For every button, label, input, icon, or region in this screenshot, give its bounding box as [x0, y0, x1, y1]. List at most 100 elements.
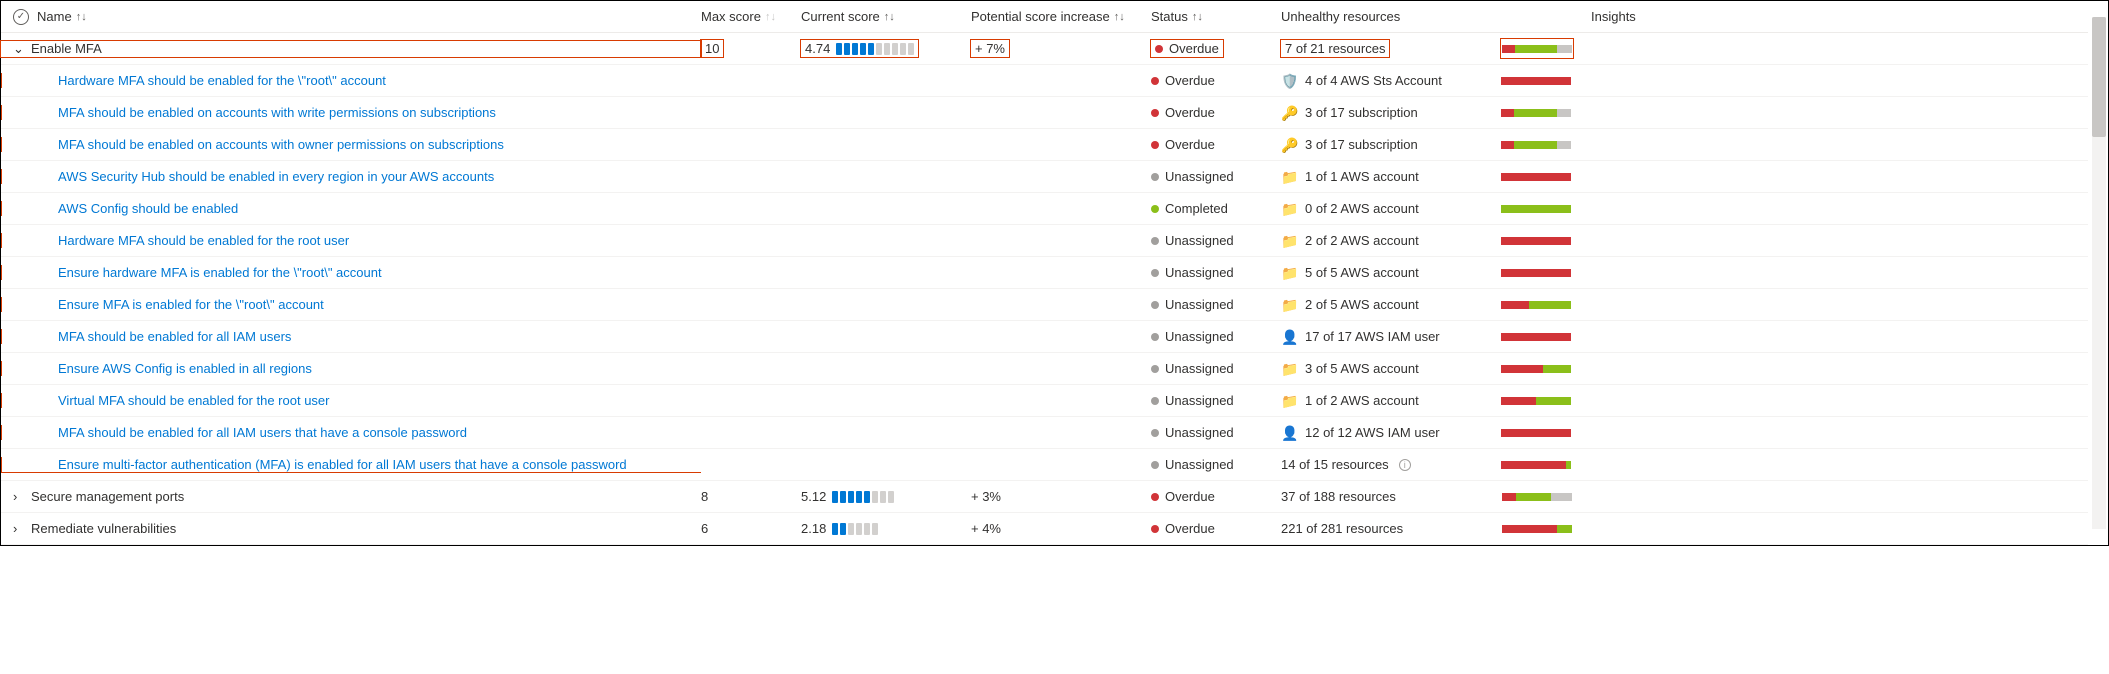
score-segments: [832, 491, 894, 503]
unhealthy-text: 17 of 17 AWS IAM user: [1305, 329, 1440, 344]
chevron-down-icon[interactable]: ⌄: [13, 41, 25, 57]
status-text: Unassigned: [1165, 233, 1234, 248]
recommendation-row[interactable]: Ensure AWS Config is enabled in all regi…: [1, 353, 2088, 385]
max-score: 6: [701, 521, 708, 536]
resource-bar: [1501, 77, 1571, 85]
recommendation-link[interactable]: Hardware MFA should be enabled for the \…: [58, 73, 386, 88]
recommendation-link[interactable]: Ensure multi-factor authentication (MFA)…: [58, 457, 627, 472]
resource-bar: [1501, 333, 1571, 341]
status-dot: [1151, 493, 1159, 501]
recommendation-row[interactable]: Ensure hardware MFA is enabled for the \…: [1, 257, 2088, 289]
recommendation-link[interactable]: Ensure MFA is enabled for the \"root\" a…: [58, 297, 324, 312]
unhealthy-text: 37 of 188 resources: [1281, 489, 1396, 504]
resource-bar: [1502, 45, 1572, 53]
status-text: Overdue: [1165, 73, 1215, 88]
group-name[interactable]: Remediate vulnerabilities: [31, 521, 176, 536]
recommendation-row[interactable]: MFA should be enabled for all IAM users …: [1, 417, 2088, 449]
status-dot: [1151, 525, 1159, 533]
unhealthy-text: 221 of 281 resources: [1281, 521, 1403, 536]
recommendation-link[interactable]: MFA should be enabled for all IAM users: [58, 329, 291, 344]
col-insights-header[interactable]: Insights: [1591, 9, 1636, 24]
group-name[interactable]: Enable MFA: [31, 41, 102, 56]
status-dot: [1151, 269, 1159, 277]
status-dot: [1151, 333, 1159, 341]
sort-icon: ↑↓: [1192, 11, 1203, 23]
status-text: Unassigned: [1165, 265, 1234, 280]
status-dot: [1151, 77, 1159, 85]
recommendation-row[interactable]: Ensure multi-factor authentication (MFA)…: [1, 449, 2088, 481]
resource-bar: [1501, 397, 1571, 405]
recommendation-link[interactable]: Virtual MFA should be enabled for the ro…: [58, 393, 329, 408]
resource-bar: [1501, 365, 1571, 373]
col-status-header[interactable]: Status ↑↓: [1151, 9, 1203, 24]
resource-bar: [1502, 493, 1572, 501]
status-dot: [1151, 461, 1159, 469]
recommendation-link[interactable]: Ensure AWS Config is enabled in all regi…: [58, 361, 312, 376]
status-text: Unassigned: [1165, 425, 1234, 440]
resource-bar: [1501, 173, 1571, 181]
unhealthy-text: 3 of 17 subscription: [1305, 137, 1418, 152]
recommendation-row[interactable]: Hardware MFA should be enabled for the r…: [1, 225, 2088, 257]
group-row[interactable]: ›Secure management ports85.12 + 3% Overd…: [1, 481, 2088, 513]
resource-bar: [1501, 269, 1571, 277]
status-text: Overdue: [1165, 105, 1215, 120]
status-dot: [1151, 109, 1159, 117]
recommendation-row[interactable]: AWS Security Hub should be enabled in ev…: [1, 161, 2088, 193]
sort-icon: ↑↓: [76, 11, 87, 23]
max-score: 10: [701, 40, 723, 57]
resource-bar: [1501, 461, 1571, 469]
recommendation-row[interactable]: MFA should be enabled on accounts with o…: [1, 129, 2088, 161]
unhealthy-text: 1 of 1 AWS account: [1305, 169, 1419, 184]
table-header: ✓ Name ↑↓ Max score ↑↓ Current score ↑↓ …: [1, 1, 2088, 33]
unhealthy-text: 3 of 17 subscription: [1305, 105, 1418, 120]
sort-icon: ↑↓: [884, 11, 895, 23]
sort-icon: ↑↓: [765, 11, 776, 23]
resource-bar: [1501, 237, 1571, 245]
resource-type-icon: 📁: [1281, 170, 1299, 184]
recommendation-row[interactable]: AWS Config should be enabledCompleted📁0 …: [1, 193, 2088, 225]
scrollbar-thumb[interactable]: [2092, 17, 2106, 137]
status-cell: Overdue: [1151, 521, 1215, 536]
chevron-right-icon[interactable]: ›: [13, 489, 25, 504]
status-text: Unassigned: [1165, 457, 1234, 472]
chevron-right-icon[interactable]: ›: [13, 521, 25, 536]
recommendation-row[interactable]: MFA should be enabled on accounts with w…: [1, 97, 2088, 129]
group-name[interactable]: Secure management ports: [31, 489, 184, 504]
potential-increase: + 7%: [971, 40, 1009, 57]
recommendation-link[interactable]: Ensure hardware MFA is enabled for the \…: [58, 265, 382, 280]
status-text: Unassigned: [1165, 393, 1234, 408]
status-dot: [1155, 45, 1163, 53]
recommendation-link[interactable]: MFA should be enabled on accounts with w…: [58, 105, 496, 120]
unhealthy-text: 1 of 2 AWS account: [1305, 393, 1419, 408]
recommendation-link[interactable]: MFA should be enabled for all IAM users …: [58, 425, 467, 440]
resource-type-icon: 📁: [1281, 202, 1299, 216]
group-row[interactable]: ›Remediate vulnerabilities62.18 + 4% Ove…: [1, 513, 2088, 545]
group-row[interactable]: ⌄Enable MFA104.74 + 7% Overdue7 of 21 re…: [1, 33, 2088, 65]
recommendation-link[interactable]: AWS Config should be enabled: [58, 201, 238, 216]
recommendation-row[interactable]: Ensure MFA is enabled for the \"root\" a…: [1, 289, 2088, 321]
col-currentscore-header[interactable]: Current score ↑↓: [801, 9, 895, 24]
unhealthy-text: 2 of 5 AWS account: [1305, 297, 1419, 312]
resource-type-icon: 📁: [1281, 266, 1299, 280]
col-maxscore-header[interactable]: Max score ↑↓: [701, 9, 776, 24]
resource-type-icon: 🛡️: [1281, 74, 1299, 88]
status-text: Unassigned: [1165, 169, 1234, 184]
recommendation-row[interactable]: Hardware MFA should be enabled for the \…: [1, 65, 2088, 97]
resource-type-icon: 🔑: [1281, 106, 1299, 120]
recommendation-link[interactable]: Hardware MFA should be enabled for the r…: [58, 233, 349, 248]
recommendation-row[interactable]: MFA should be enabled for all IAM usersU…: [1, 321, 2088, 353]
info-icon[interactable]: i: [1399, 459, 1411, 471]
col-potential-header[interactable]: Potential score increase ↑↓: [971, 9, 1125, 24]
recommendation-link[interactable]: MFA should be enabled on accounts with o…: [58, 137, 504, 152]
unhealthy-text: 5 of 5 AWS account: [1305, 265, 1419, 280]
select-all-checkbox[interactable]: ✓: [13, 9, 29, 25]
potential-increase: + 3%: [971, 489, 1001, 504]
recommendation-link[interactable]: AWS Security Hub should be enabled in ev…: [58, 169, 494, 184]
col-unhealthy-header[interactable]: Unhealthy resources: [1281, 9, 1400, 24]
current-score: 4.74: [801, 40, 918, 57]
col-name-header[interactable]: Name ↑↓: [37, 9, 87, 24]
status-text: Overdue: [1165, 137, 1215, 152]
current-score: 2.18: [801, 521, 878, 536]
status-cell: Overdue: [1151, 40, 1223, 57]
recommendation-row[interactable]: Virtual MFA should be enabled for the ro…: [1, 385, 2088, 417]
